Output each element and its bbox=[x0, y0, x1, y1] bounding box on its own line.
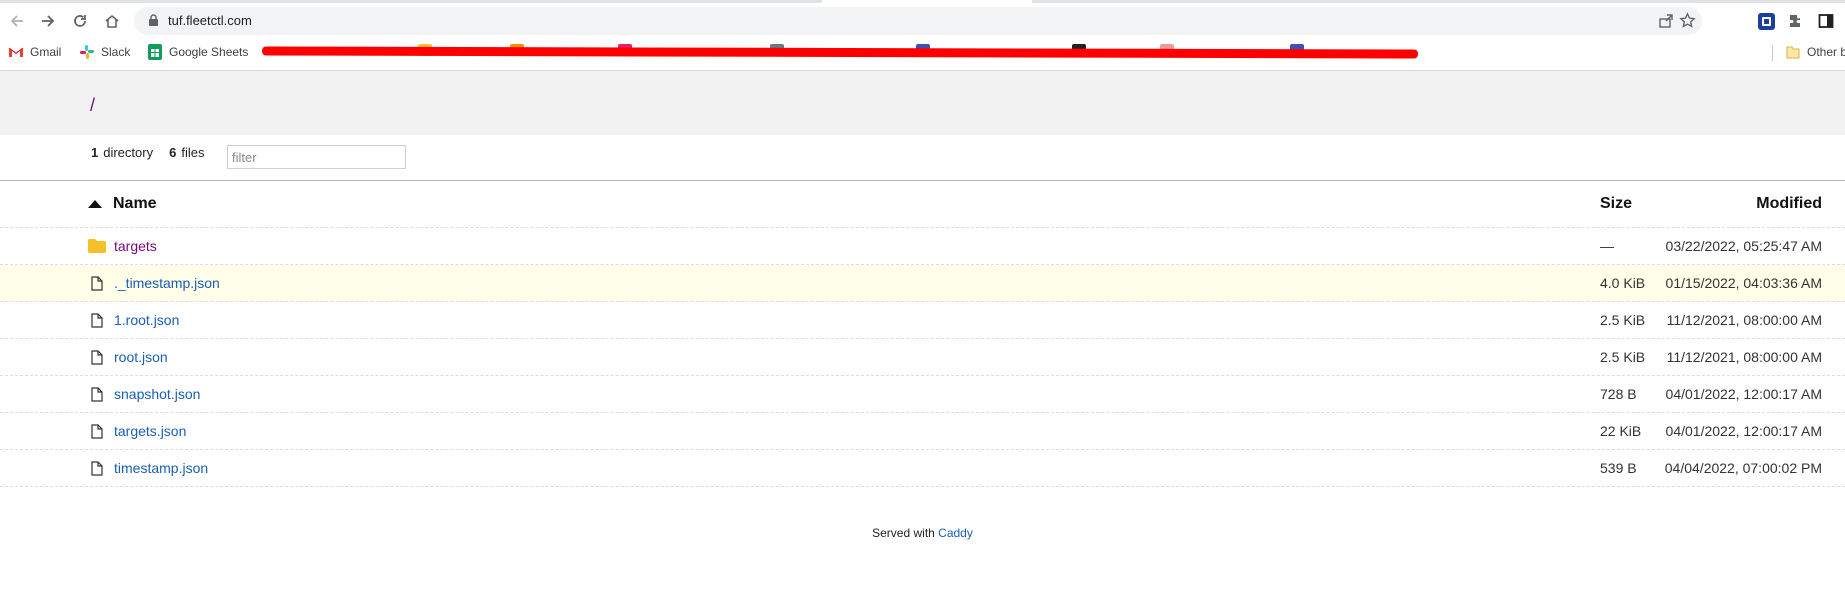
file-link[interactable]: targets.json bbox=[114, 423, 186, 439]
url-text[interactable]: tuf.fleetctl.com bbox=[168, 13, 252, 28]
bookmarks-divider bbox=[1772, 45, 1773, 61]
folder-icon bbox=[1785, 44, 1801, 60]
dir-label: directory bbox=[103, 145, 154, 160]
size-cell: 728 B bbox=[1600, 386, 1637, 402]
size-cell: 2.5 KiB bbox=[1600, 349, 1646, 365]
file-icon bbox=[88, 422, 106, 440]
footer-text: Served with bbox=[872, 526, 935, 540]
size-cell: 4.0 KiB bbox=[1600, 275, 1646, 291]
table-row[interactable]: root.json 2.5 KiB 11/12/2021, 08:00:00 A… bbox=[0, 339, 1845, 376]
redaction-mark bbox=[261, 46, 1419, 59]
modified-cell: 04/04/2022, 07:00:02 PM bbox=[1664, 460, 1822, 476]
back-icon[interactable] bbox=[4, 8, 30, 34]
modified-cell: 01/15/2022, 04:03:36 AM bbox=[1665, 275, 1822, 291]
size-column-header[interactable]: Size bbox=[1600, 181, 1632, 227]
puzzle-extensions-icon[interactable] bbox=[1787, 12, 1805, 30]
size-cell: — bbox=[1600, 238, 1614, 254]
file-count: 6 bbox=[169, 145, 177, 160]
file-icon bbox=[88, 459, 106, 477]
file-label: files bbox=[181, 145, 205, 160]
file-icon bbox=[88, 311, 106, 329]
table-row[interactable]: ._timestamp.json 4.0 KiB 01/15/2022, 04:… bbox=[0, 265, 1845, 302]
reload-icon[interactable] bbox=[67, 8, 93, 34]
file-link[interactable]: snapshot.json bbox=[114, 386, 200, 402]
browser-chrome: tuf.fleetctl.com Gmail Slack Google Shee… bbox=[0, 0, 1845, 71]
file-icon bbox=[88, 274, 106, 292]
size-cell: 539 B bbox=[1600, 460, 1637, 476]
modified-cell: 03/22/2022, 05:25:47 AM bbox=[1665, 238, 1822, 254]
other-bookmarks[interactable]: Other b bbox=[1785, 44, 1845, 60]
file-link[interactable]: 1.root.json bbox=[114, 312, 179, 328]
name-cell: targets bbox=[88, 228, 157, 264]
modified-column-header[interactable]: Modified bbox=[1756, 181, 1822, 227]
gmail-icon bbox=[8, 44, 24, 60]
file-listing-page: / 1 directory 6 files Name Size Modified… bbox=[0, 71, 1845, 603]
bookmark-slack[interactable]: Slack bbox=[79, 44, 130, 60]
modified-cell: 04/01/2022, 12:00:17 AM bbox=[1665, 386, 1822, 402]
table-row[interactable]: 1.root.json 2.5 KiB 11/12/2021, 08:00:00… bbox=[0, 302, 1845, 339]
breadcrumb-root[interactable]: / bbox=[90, 95, 95, 116]
sort-ascending-icon[interactable] bbox=[88, 200, 102, 208]
extension-icon[interactable] bbox=[1757, 12, 1775, 30]
name-header-label[interactable]: Name bbox=[113, 195, 157, 213]
name-cell: timestamp.json bbox=[88, 450, 208, 486]
modified-cell: 04/01/2022, 12:00:17 AM bbox=[1665, 423, 1822, 439]
home-icon[interactable] bbox=[99, 8, 125, 34]
name-cell: ._timestamp.json bbox=[88, 265, 220, 301]
name-cell: 1.root.json bbox=[88, 302, 179, 338]
bookmark-label: Google Sheets bbox=[169, 45, 249, 59]
name-column-header[interactable]: Name bbox=[88, 181, 157, 227]
listing-summary: 1 directory 6 files bbox=[91, 145, 204, 160]
bookmark-star-icon[interactable] bbox=[1679, 12, 1696, 34]
slack-icon bbox=[79, 44, 95, 60]
forward-icon[interactable] bbox=[35, 8, 61, 34]
file-link[interactable]: root.json bbox=[114, 349, 168, 365]
name-cell: root.json bbox=[88, 339, 168, 375]
name-cell: snapshot.json bbox=[88, 376, 200, 412]
sheets-icon bbox=[147, 44, 163, 60]
file-link[interactable]: ._timestamp.json bbox=[114, 275, 220, 291]
modified-cell: 11/12/2021, 08:00:00 AM bbox=[1666, 312, 1822, 328]
modified-cell: 11/12/2021, 08:00:00 AM bbox=[1666, 349, 1822, 365]
table-row[interactable]: targets — 03/22/2022, 05:25:47 AM bbox=[0, 228, 1845, 265]
dir-count: 1 bbox=[91, 145, 99, 160]
side-panel-icon[interactable] bbox=[1817, 12, 1835, 30]
lock-icon[interactable] bbox=[148, 14, 159, 32]
file-icon bbox=[88, 385, 106, 403]
browser-toolbar: tuf.fleetctl.com bbox=[0, 3, 1845, 39]
file-link[interactable]: targets bbox=[114, 238, 157, 254]
filter-input[interactable] bbox=[227, 145, 406, 169]
caddy-link[interactable]: Caddy bbox=[938, 526, 973, 540]
bookmarks-bar: Gmail Slack Google Sheets Other b bbox=[0, 41, 1845, 65]
bookmark-gmail[interactable]: Gmail bbox=[8, 44, 61, 60]
header: / bbox=[0, 71, 1845, 135]
table-row[interactable]: targets.json 22 KiB 04/01/2022, 12:00:17… bbox=[0, 413, 1845, 450]
footer: Served with Caddy bbox=[0, 526, 1845, 540]
address-bar[interactable]: tuf.fleetctl.com bbox=[134, 7, 1702, 35]
file-link[interactable]: timestamp.json bbox=[114, 460, 208, 476]
other-bookmarks-label: Other b bbox=[1807, 45, 1845, 59]
share-icon[interactable] bbox=[1658, 13, 1674, 34]
file-table: Name Size Modified targets — 03/22/2022,… bbox=[0, 180, 1845, 487]
table-row[interactable]: snapshot.json 728 B 04/01/2022, 12:00:17… bbox=[0, 376, 1845, 413]
size-cell: 2.5 KiB bbox=[1600, 312, 1646, 328]
table-row[interactable]: timestamp.json 539 B 04/04/2022, 07:00:0… bbox=[0, 450, 1845, 487]
table-header: Name Size Modified bbox=[0, 181, 1845, 228]
file-icon bbox=[88, 348, 106, 366]
bookmark-label: Slack bbox=[101, 45, 131, 59]
bookmark-label: Gmail bbox=[30, 45, 62, 59]
name-cell: targets.json bbox=[88, 413, 186, 449]
folder-icon bbox=[88, 237, 106, 255]
size-cell: 22 KiB bbox=[1600, 423, 1642, 439]
bookmark-google-sheets[interactable]: Google Sheets bbox=[147, 44, 248, 60]
